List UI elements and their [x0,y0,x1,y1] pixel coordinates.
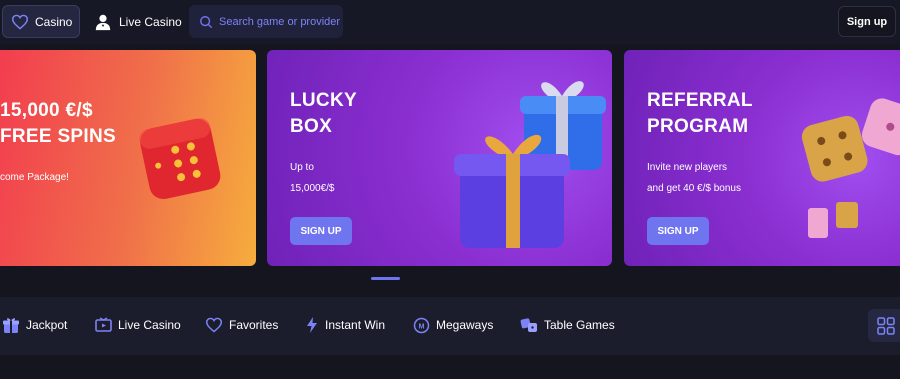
category-label: Jackpot [26,318,68,332]
carousel-indicator[interactable] [371,277,400,280]
nav-live-casino-button[interactable]: Live Casino [90,5,186,38]
svg-text:M: M [419,323,425,330]
category-live-casino[interactable]: Live Casino [95,315,181,335]
category-table-games[interactable]: Table Games [520,315,615,335]
banner-title-line2: FREE SPINS [0,126,116,147]
banner-text-line2: and get 40 €/$ bonus [647,183,741,194]
category-jackpot[interactable]: Jackpot [2,315,67,335]
category-megaways[interactable]: M Megaways [413,315,493,335]
banner-title-line2: BOX [290,116,333,137]
nav-casino-button[interactable]: Casino [2,5,80,38]
banner-referral-program[interactable]: REFERRAL PROGRAM Invite new players and … [624,50,900,266]
banner-welcome-package[interactable]: 15,000 €/$ FREE SPINS come Package! [0,50,256,266]
category-label: Table Games [544,318,615,332]
tv-icon [95,317,112,333]
gift-boxes-illustration [454,81,606,248]
category-label: Live Casino [118,318,181,332]
grid-icon [877,316,895,335]
banner-text-line1: Invite new players [647,162,728,173]
banner-text-line1: Up to [290,162,314,173]
golden-dice-illustration [801,98,900,238]
category-label: Instant Win [325,318,386,332]
search-icon [199,15,213,29]
category-instant-win[interactable]: Instant Win [305,315,385,335]
banner-signup-button[interactable]: SIGN UP [290,217,352,245]
category-bar: Jackpot Live Casino Favorites Instant Wi… [0,297,900,355]
banner-signup-button[interactable]: SIGN UP [647,217,709,245]
megaways-icon: M [413,317,430,334]
dice-icon [520,317,538,333]
banner-title-line2: PROGRAM [647,116,749,137]
banner-text-line2: 15,000€/$ [290,183,335,194]
signup-button[interactable]: Sign up [838,6,896,37]
banner-lucky-box[interactable]: LUCKY BOX Up to 15,000€/$ SIGN UP [267,50,612,266]
gift-icon [2,316,20,334]
category-label: Megaways [436,318,494,332]
nav-casino-label: Casino [35,14,73,29]
dealer-icon [94,13,112,31]
search-box[interactable] [189,5,343,38]
banner-title-line1: REFERRAL [647,90,753,111]
heart-icon [11,14,29,30]
grid-view-button[interactable] [868,309,900,342]
category-favorites[interactable]: Favorites [205,315,278,335]
top-navigation-bar: Casino Live Casino Sign up [0,0,900,44]
search-input[interactable] [219,15,343,28]
lightning-icon [305,316,319,334]
banner-subtitle: come Package! [0,172,69,183]
banner-title-line1: 15,000 €/$ [0,100,93,121]
category-label: Favorites [229,318,279,332]
banner-title-line1: LUCKY [290,90,357,111]
nav-live-casino-label: Live Casino [119,14,182,29]
dice-illustration [139,118,221,200]
heart-icon [205,317,223,333]
